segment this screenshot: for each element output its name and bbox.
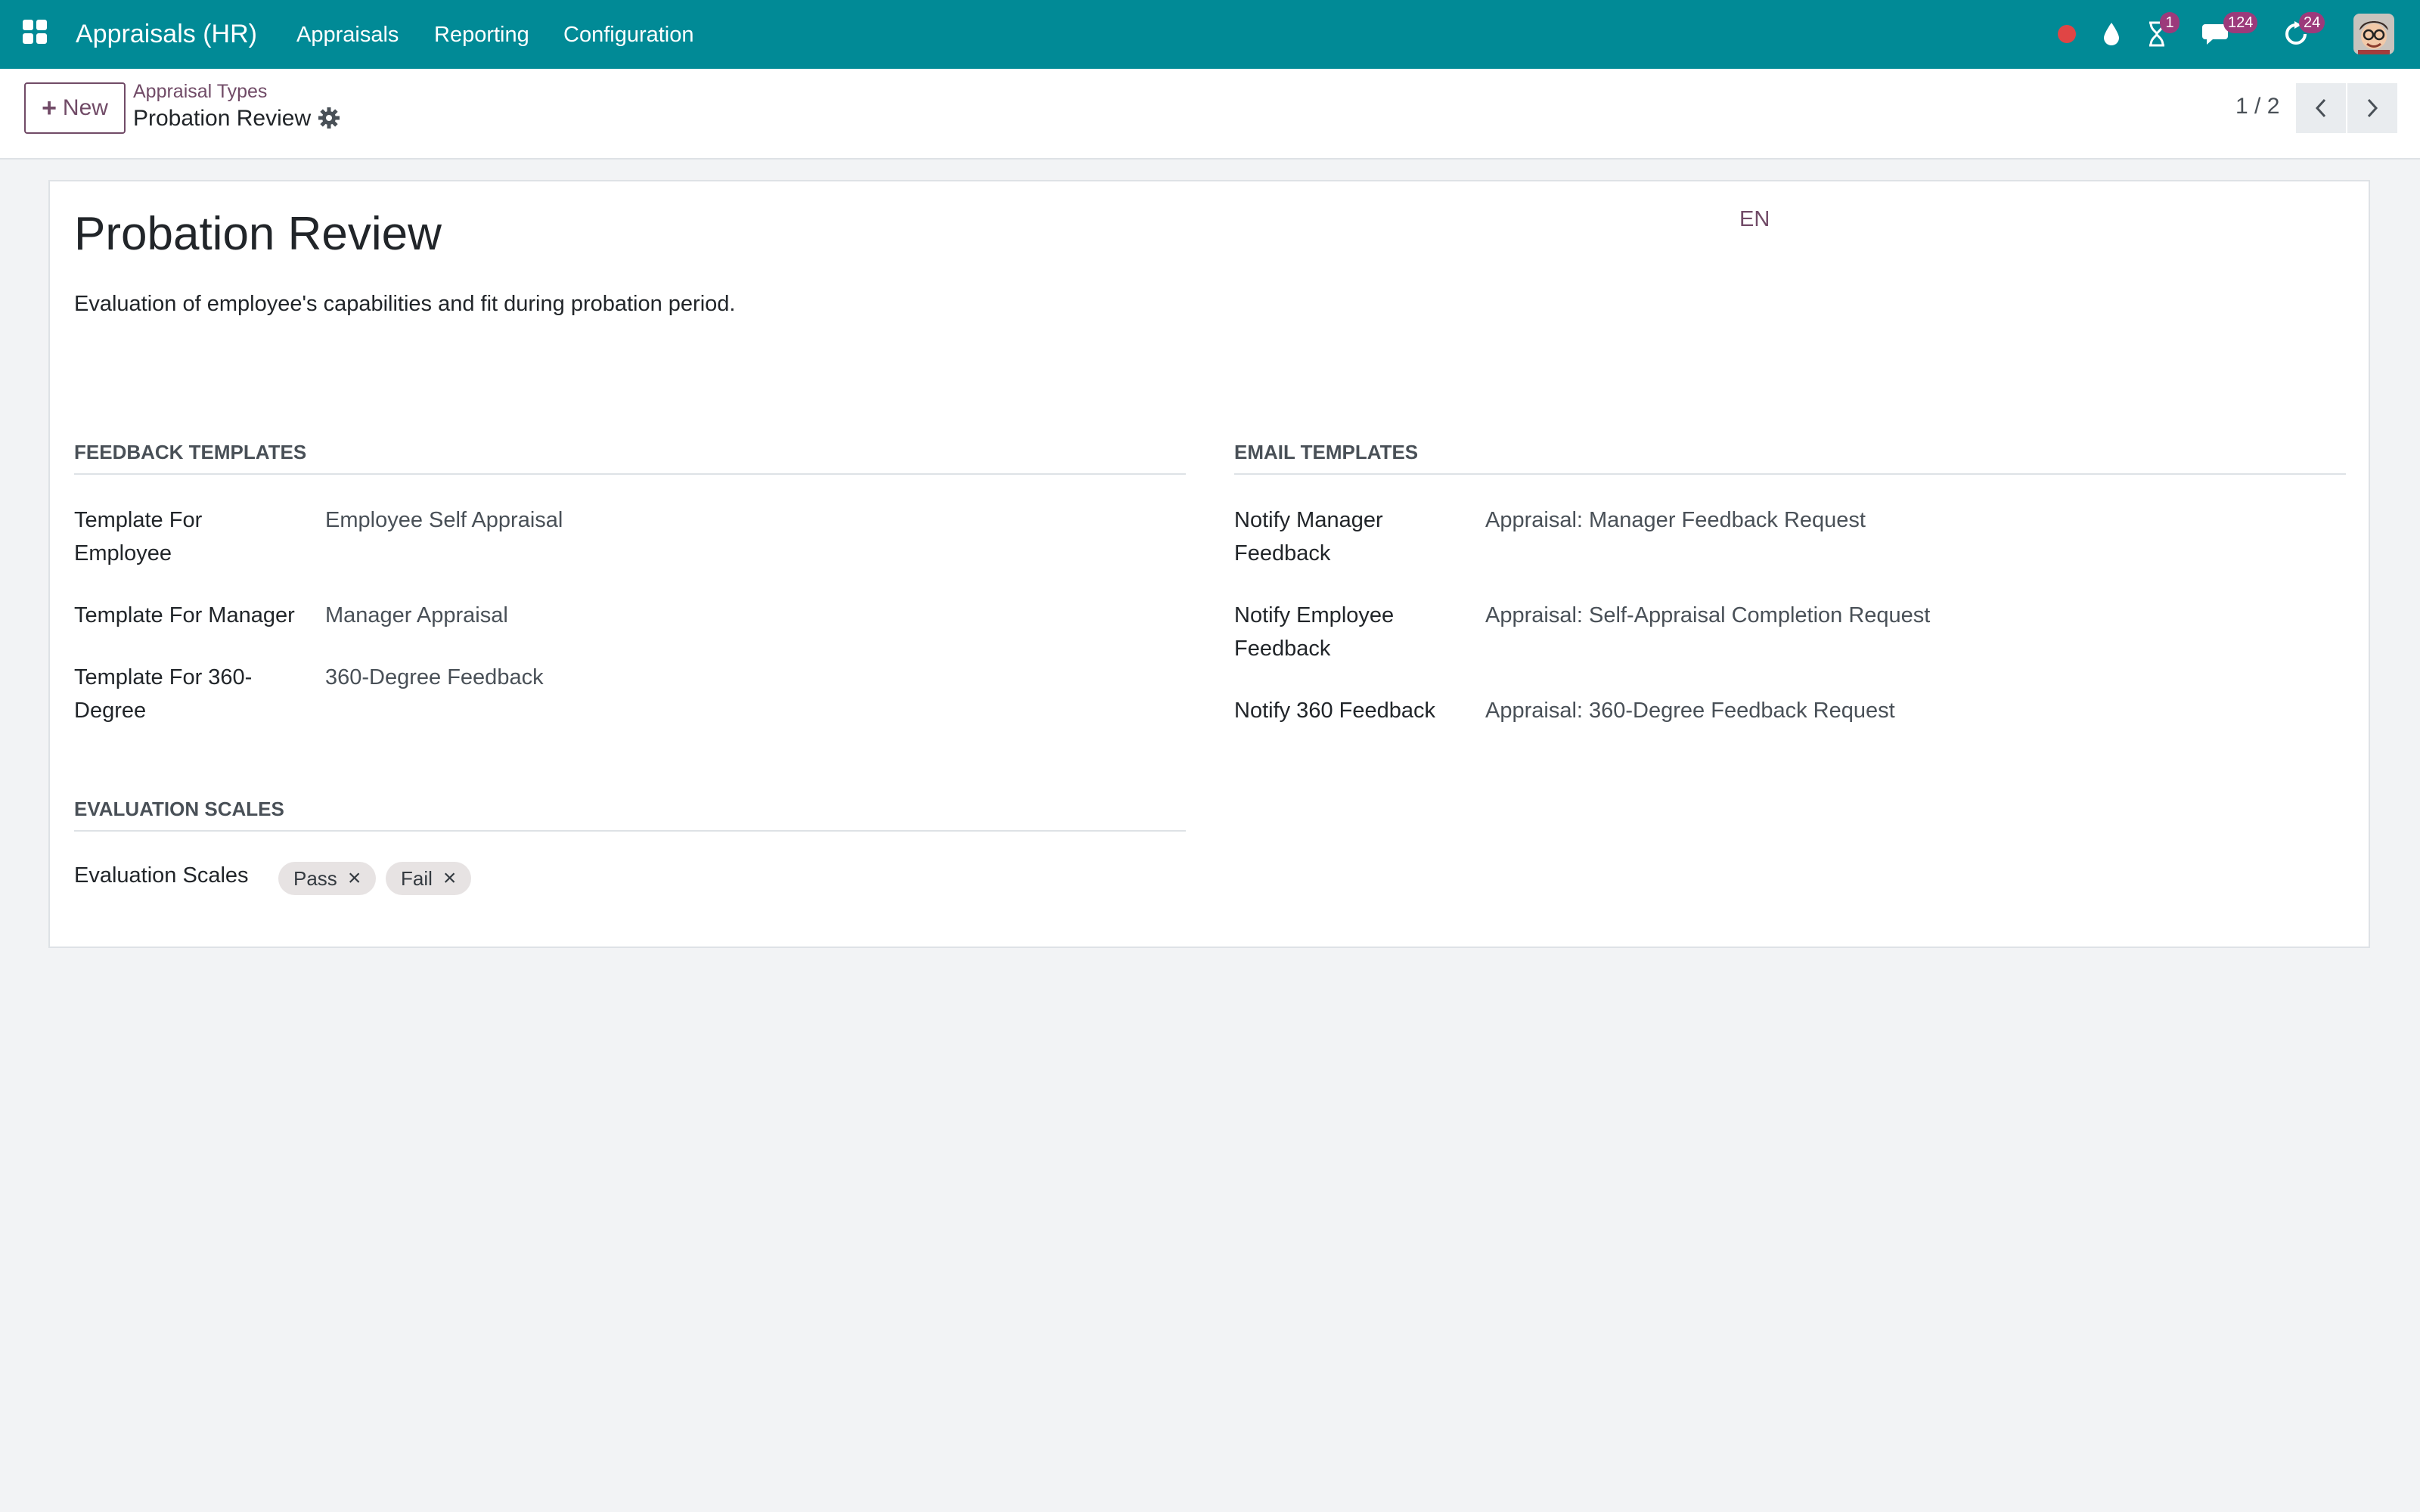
label-template-manager: Template For Manager	[74, 603, 295, 627]
control-panel: + New Appraisal Types Probation Review 1…	[0, 69, 2420, 160]
record-title[interactable]: Probation Review	[74, 204, 442, 265]
form-sheet: Probation Review EN Evaluation of employ…	[48, 180, 2370, 948]
field-notify-employee[interactable]: Appraisal: Self-Appraisal Completion Req…	[1485, 599, 1930, 632]
tag-pass[interactable]: Pass ×	[278, 862, 377, 895]
tag-fail[interactable]: Fail ×	[386, 862, 472, 895]
plus-icon: +	[42, 94, 57, 122]
description-field[interactable]: Evaluation of employee's capabilities an…	[74, 289, 735, 319]
breadcrumb-appraisal-types[interactable]: Appraisal Types	[133, 81, 267, 103]
apps-grid-icon[interactable]	[23, 20, 48, 45]
label-template-360: Template For 360-Degree	[74, 665, 253, 723]
label-evaluation-scales: Evaluation Scales	[74, 863, 249, 888]
gear-icon[interactable]	[318, 107, 340, 129]
field-template-360[interactable]: 360-Degree Feedback	[325, 661, 544, 694]
close-icon[interactable]: ×	[348, 867, 361, 890]
tag-label: Fail	[401, 866, 433, 890]
menu-configuration[interactable]: Configuration	[563, 20, 694, 50]
user-avatar[interactable]	[2353, 14, 2394, 54]
top-navbar: Appraisals (HR) Appraisals Reporting Con…	[0, 0, 2420, 69]
section-feedback-templates: FEEDBACK TEMPLATES	[74, 438, 1186, 475]
field-notify-360[interactable]: Appraisal: 360-Degree Feedback Request	[1485, 694, 1895, 727]
chevron-left-icon	[2315, 98, 2326, 118]
field-template-manager[interactable]: Manager Appraisal	[325, 599, 508, 632]
label-template-employee: Template For Employee	[74, 508, 203, 565]
app-name[interactable]: Appraisals (HR)	[76, 17, 257, 51]
label-notify-360: Notify 360 Feedback	[1234, 699, 1435, 723]
drop-icon[interactable]	[2098, 17, 2125, 51]
chevron-right-icon	[2367, 98, 2378, 118]
pager-value[interactable]: 1 / 2	[2235, 91, 2279, 122]
breadcrumb-current: Probation Review	[133, 106, 312, 131]
section-evaluation-scales: EVALUATION SCALES	[74, 795, 1186, 832]
pager-previous-button[interactable]	[2296, 83, 2346, 133]
section-email-templates: EMAIL TEMPLATES	[1234, 438, 2346, 475]
new-button[interactable]: + New	[24, 82, 126, 134]
field-template-employee[interactable]: Employee Self Appraisal	[325, 503, 563, 537]
menu-reporting[interactable]: Reporting	[434, 20, 529, 50]
field-notify-manager[interactable]: Appraisal: Manager Feedback Request	[1485, 503, 1866, 537]
messages-badge: 124	[2223, 12, 2258, 33]
pager-next-button[interactable]	[2347, 83, 2397, 133]
label-notify-employee: Notify Employee Feedback	[1234, 603, 1395, 661]
label-notify-manager: Notify Manager Feedback	[1234, 508, 1383, 565]
menu-appraisals[interactable]: Appraisals	[296, 20, 399, 50]
updates-badge: 24	[2299, 12, 2325, 33]
tag-label: Pass	[293, 866, 337, 890]
record-icon[interactable]	[2055, 17, 2078, 51]
activities-badge: 1	[2160, 12, 2180, 33]
close-icon[interactable]: ×	[443, 867, 457, 890]
language-button[interactable]: EN	[1739, 207, 1770, 232]
new-button-label: New	[62, 95, 108, 120]
